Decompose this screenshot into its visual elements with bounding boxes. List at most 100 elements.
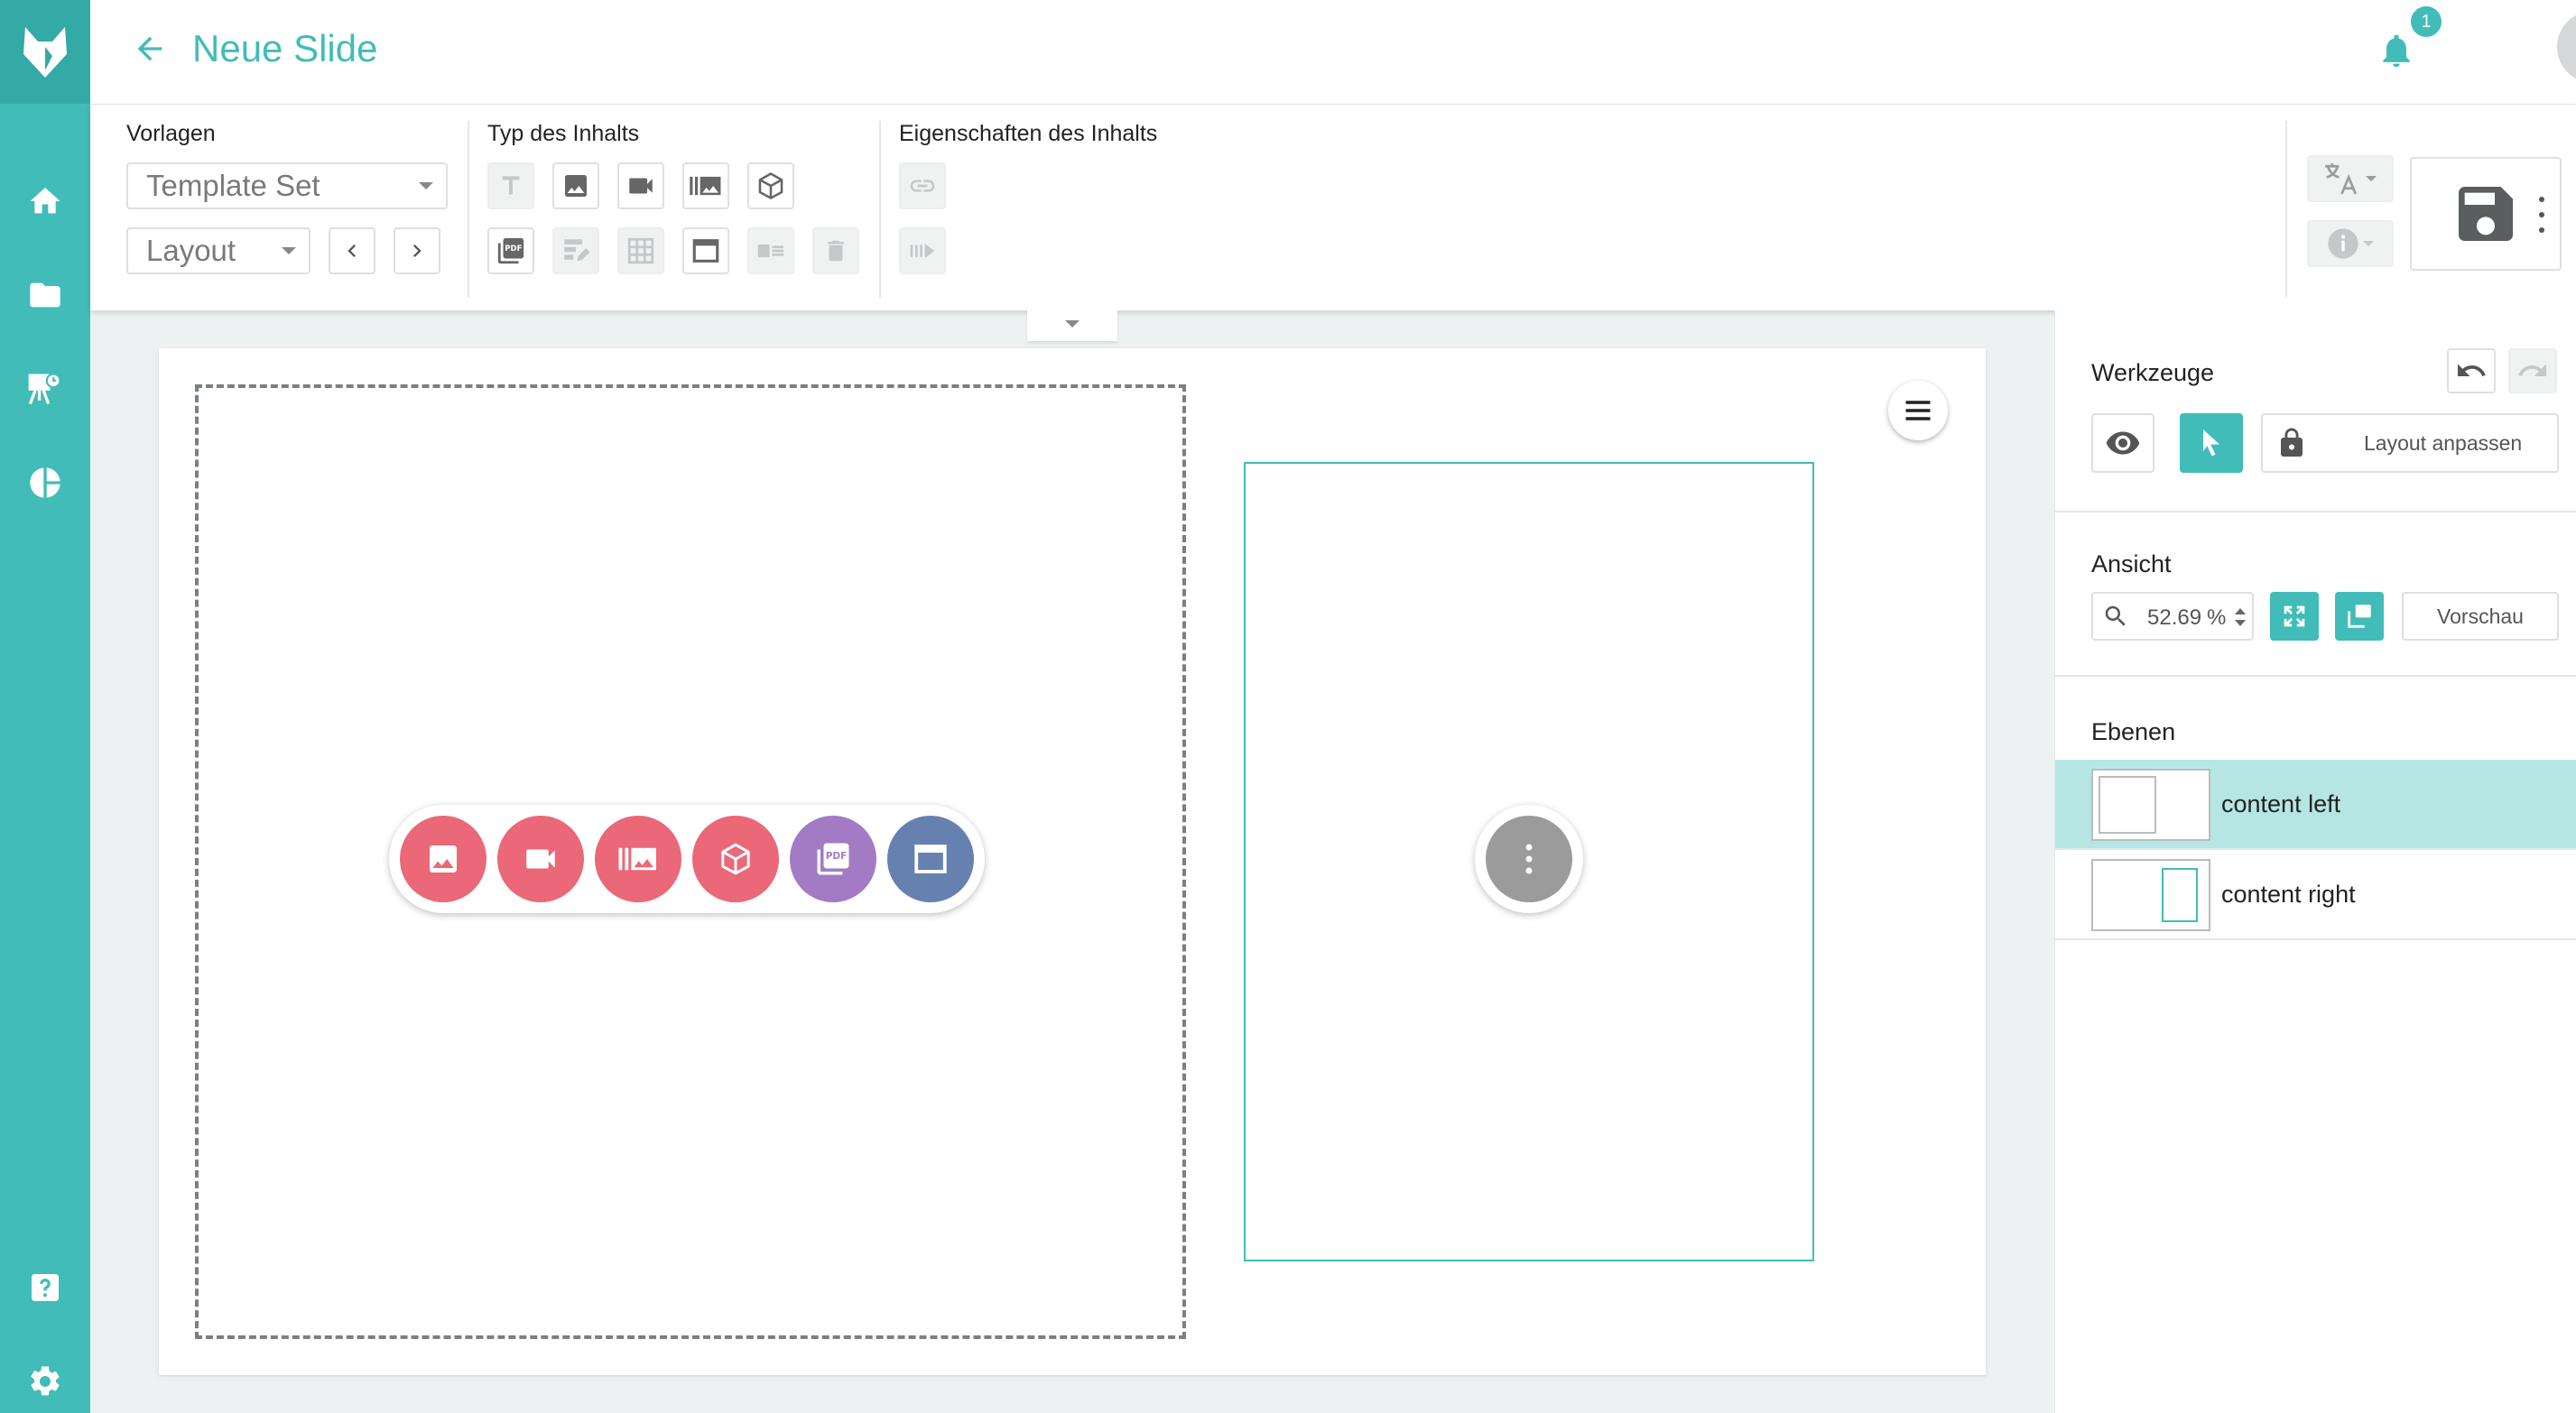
presentation-icon[interactable]	[23, 366, 68, 411]
zoom-input[interactable]: 52.69 %	[2091, 592, 2254, 641]
template-set-value: Template Set	[146, 169, 320, 202]
gallery-icon	[618, 847, 656, 871]
video-icon	[629, 178, 653, 194]
card-list-icon	[757, 244, 784, 258]
add-image-button[interactable]	[400, 816, 486, 902]
editor-toolbar: Vorlagen Template Set Layout Typ des Inh…	[90, 105, 2576, 310]
video-type-button[interactable]	[617, 162, 664, 209]
screen-mode-button[interactable]	[2335, 592, 2384, 641]
select-tool-button[interactable]	[2180, 413, 2243, 473]
pdf-icon: PDF	[497, 237, 524, 264]
add-gallery-button[interactable]	[595, 816, 681, 902]
table-icon	[627, 237, 654, 264]
content-type-fab-bar: PDF	[389, 805, 985, 913]
slide-canvas[interactable]: PDF	[159, 348, 1986, 1375]
cube-icon	[758, 172, 783, 199]
screens-icon	[2348, 605, 2371, 628]
notification-badge: 1	[2408, 4, 2444, 40]
vorschau-label: Vorschau	[2437, 604, 2524, 628]
properties-panel: Werkzeuge Layout anpassen Ansicht 52.69 …	[2054, 310, 2576, 1413]
link-property-button[interactable]	[899, 162, 946, 209]
folder-icon[interactable]	[23, 272, 68, 318]
form-type-button[interactable]	[552, 227, 599, 274]
ebenen-label: Ebenen	[2091, 718, 2176, 745]
web-frame-type-button[interactable]	[682, 227, 729, 274]
toolbar-divider	[879, 121, 881, 298]
add-web-frame-button[interactable]	[887, 816, 974, 902]
left-navigation	[0, 0, 90, 1413]
toolbar-divider	[2285, 121, 2287, 298]
pdf-icon: PDF	[817, 843, 849, 875]
chevron-down-icon	[282, 247, 296, 254]
add-video-button[interactable]	[497, 816, 584, 902]
info-icon	[2328, 228, 2358, 259]
lock-icon	[2281, 428, 2303, 457]
3d-object-type-button[interactable]	[747, 162, 794, 209]
previous-layout-button[interactable]	[329, 227, 375, 274]
toolbar-collapse-toggle[interactable]	[1027, 307, 1117, 341]
language-select-button[interactable]	[2307, 155, 2394, 202]
layer-content-right[interactable]: content right	[2055, 850, 2576, 940]
info-select-button[interactable]	[2307, 220, 2394, 267]
help-icon[interactable]	[23, 1265, 68, 1310]
image-type-button[interactable]	[552, 162, 599, 209]
layout-select[interactable]: Layout	[126, 227, 310, 274]
table-type-button[interactable]	[617, 227, 664, 274]
back-arrow-icon[interactable]	[128, 27, 171, 70]
stepper-icon[interactable]	[2232, 604, 2248, 631]
pdf-type-button[interactable]: PDF	[487, 227, 534, 274]
vorlagen-label: Vorlagen	[126, 121, 216, 146]
layout-anpassen-label: Layout anpassen	[2364, 430, 2523, 455]
link-icon	[910, 180, 935, 192]
svg-text:PDF: PDF	[505, 245, 522, 254]
hamburger-menu-icon[interactable]	[1888, 381, 1948, 440]
undo-icon	[2458, 364, 2486, 376]
translate-icon	[2325, 163, 2358, 195]
text-icon	[502, 176, 520, 195]
trash-icon	[828, 240, 844, 262]
next-layout-button[interactable]	[394, 227, 440, 274]
visibility-toggle-button[interactable]	[2091, 413, 2154, 473]
card-type-button[interactable]	[747, 227, 794, 274]
user-avatar-icon[interactable]	[2557, 11, 2576, 83]
form-edit-icon	[564, 239, 590, 262]
layer-thumbnail	[2091, 769, 2210, 841]
layer-content-left[interactable]: content left	[2055, 760, 2576, 850]
chevron-down-icon	[2363, 241, 2374, 246]
chevron-down-icon	[419, 182, 433, 189]
animation-property-button[interactable]	[899, 227, 946, 274]
add-3d-object-button[interactable]	[692, 816, 779, 902]
chevron-down-icon	[2366, 176, 2377, 181]
fit-to-screen-button[interactable]	[2270, 592, 2319, 641]
delete-content-button[interactable]	[812, 227, 859, 274]
layout-anpassen-button[interactable]: Layout anpassen	[2261, 413, 2559, 473]
text-type-button[interactable]	[487, 162, 534, 209]
layer-name: content right	[2221, 881, 2356, 908]
search-icon	[2105, 605, 2126, 626]
save-icon	[2459, 187, 2513, 241]
svg-text:PDF: PDF	[826, 851, 848, 862]
add-pdf-button[interactable]: PDF	[790, 816, 876, 902]
pie-chart-icon[interactable]	[23, 460, 68, 505]
settings-icon[interactable]	[23, 1359, 68, 1404]
animation-icon	[910, 244, 935, 258]
undo-button[interactable]	[2447, 348, 2496, 393]
browser-window-icon	[692, 239, 719, 263]
image-icon	[565, 175, 587, 197]
gallery-type-button[interactable]	[682, 162, 729, 209]
template-set-select[interactable]: Template Set	[126, 162, 448, 209]
layer-name: content left	[2221, 790, 2341, 817]
caret-down-icon	[1065, 320, 1080, 328]
more-options-icon[interactable]	[2531, 197, 2553, 233]
fox-logo-icon[interactable]	[0, 0, 90, 104]
zoom-unit: %	[2207, 605, 2227, 630]
more-vertical-icon[interactable]	[1486, 816, 1572, 902]
redo-button[interactable]	[2508, 348, 2557, 393]
redo-icon	[2518, 364, 2546, 376]
home-icon[interactable]	[23, 179, 68, 224]
expand-icon	[2284, 605, 2305, 627]
toolbar-divider	[468, 121, 469, 298]
page-title: Neue Slide	[192, 27, 378, 69]
panel-divider	[2055, 511, 2576, 513]
vorschau-button[interactable]: Vorschau	[2402, 592, 2559, 641]
